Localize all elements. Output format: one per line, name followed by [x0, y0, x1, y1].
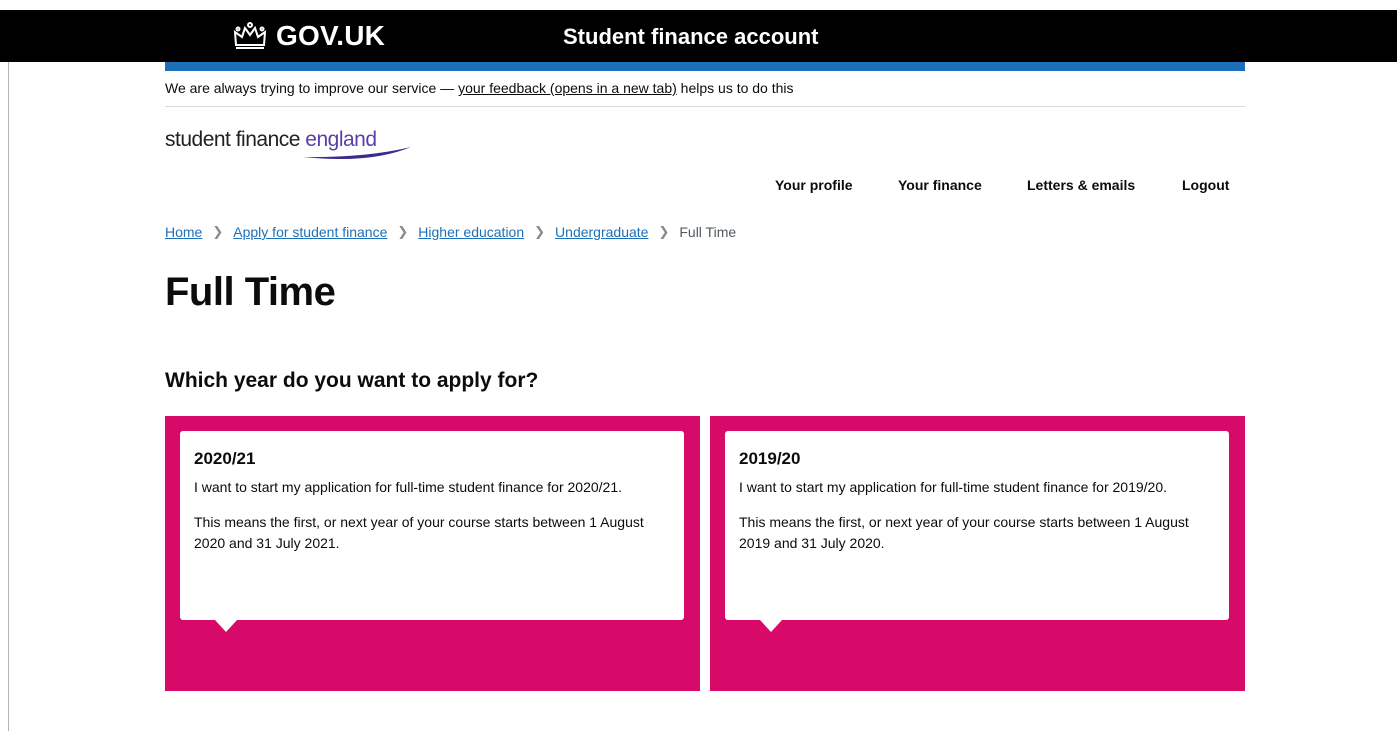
- nav-your-finance[interactable]: Your finance: [898, 177, 982, 193]
- speech-pointer-icon: [215, 620, 237, 632]
- breadcrumb: Home ❯ Apply for student finance ❯ Highe…: [165, 224, 736, 240]
- year-option-card-2019-20[interactable]: 2019/20 I want to start my application f…: [710, 416, 1245, 691]
- nav-your-profile[interactable]: Your profile: [775, 177, 853, 193]
- chevron-right-icon: ❯: [658, 224, 670, 239]
- divider: [165, 106, 1245, 107]
- year-option-card-2020-21[interactable]: 2020/21 I want to start my application f…: [165, 416, 700, 691]
- header-blue-bar: [165, 62, 1245, 71]
- card-content: 2019/20 I want to start my application f…: [725, 431, 1229, 620]
- card-description: I want to start my application for full-…: [739, 479, 1167, 495]
- breadcrumb-higher-education[interactable]: Higher education: [418, 224, 524, 240]
- feedback-prefix: We are always trying to improve our serv…: [165, 80, 459, 96]
- card-year: 2019/20: [739, 449, 801, 468]
- logo-swoosh-icon: [303, 147, 411, 160]
- chevron-right-icon: ❯: [212, 224, 224, 239]
- breadcrumb-home[interactable]: Home: [165, 224, 202, 240]
- card-details: This means the first, or next year of yo…: [194, 514, 644, 551]
- chevron-right-icon: ❯: [534, 224, 546, 239]
- student-finance-england-logo[interactable]: student finance england: [165, 128, 415, 162]
- card-description: I want to start my application for full-…: [194, 479, 622, 495]
- crown-icon: [233, 22, 267, 49]
- govuk-header: GOV.UK Student finance account: [0, 10, 1397, 62]
- breadcrumb-apply[interactable]: Apply for student finance: [233, 224, 387, 240]
- service-name-link[interactable]: Student finance account: [563, 24, 818, 50]
- page-left-border: [8, 62, 9, 731]
- card-details: This means the first, or next year of yo…: [739, 514, 1189, 551]
- feedback-suffix: helps us to do this: [676, 80, 794, 96]
- govuk-logo-link[interactable]: GOV.UK: [232, 20, 385, 52]
- speech-pointer-icon: [760, 620, 782, 632]
- breadcrumb-current: Full Time: [679, 224, 737, 240]
- feedback-link[interactable]: your feedback (opens in a new tab): [458, 80, 677, 96]
- breadcrumb-undergraduate[interactable]: Undergraduate: [555, 224, 648, 240]
- chevron-right-icon: ❯: [397, 224, 409, 239]
- nav-logout[interactable]: Logout: [1182, 177, 1229, 193]
- govuk-logo-text: GOV.UK: [276, 20, 386, 51]
- feedback-banner: We are always trying to improve our serv…: [165, 80, 794, 96]
- page-title: Full Time: [165, 270, 336, 314]
- card-content: 2020/21 I want to start my application f…: [180, 431, 684, 620]
- card-year: 2020/21: [194, 449, 256, 468]
- question-heading: Which year do you want to apply for?: [165, 369, 539, 392]
- nav-letters-emails[interactable]: Letters & emails: [1027, 177, 1135, 193]
